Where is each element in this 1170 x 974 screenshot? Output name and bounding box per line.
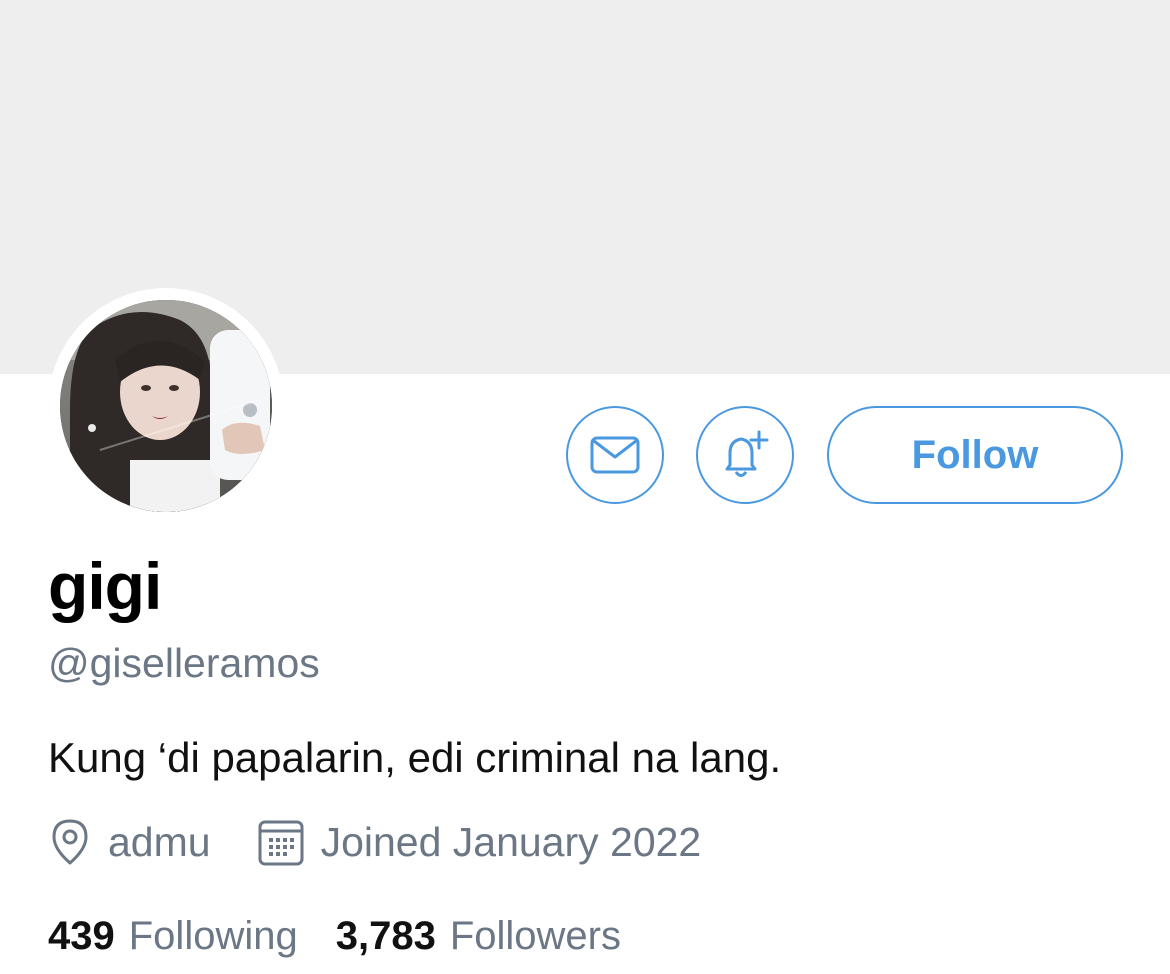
envelope-icon: [590, 436, 640, 474]
joined-text: Joined January 2022: [320, 818, 702, 865]
followers-link[interactable]: 3,783 Followers: [336, 914, 621, 959]
following-count: 439: [48, 913, 115, 958]
message-button[interactable]: [566, 406, 664, 504]
followers-label: Followers: [449, 913, 621, 958]
location-pin-icon: [48, 817, 92, 867]
follow-button[interactable]: Follow: [827, 406, 1123, 504]
location-item: admu: [48, 817, 211, 867]
bell-plus-icon: [725, 430, 769, 477]
following-link[interactable]: 439 Following: [48, 914, 298, 959]
follow-stats: 439 Following 3,783 Followers: [48, 910, 621, 962]
avatar[interactable]: [60, 300, 272, 512]
notifications-button[interactable]: [696, 406, 794, 504]
location-text: admu: [108, 818, 211, 865]
avatar-photo: [60, 300, 272, 512]
user-handle: @giselleramos: [48, 640, 320, 686]
display-name: gigi: [48, 549, 162, 623]
profile-bio: Kung ‘di papalarin, edi criminal na lang…: [48, 734, 782, 781]
followers-count: 3,783: [335, 913, 436, 958]
profile-page: Follow gigi @giselleramos Kung ‘di papal…: [0, 0, 1170, 974]
joined-item: Joined January 2022: [257, 817, 702, 867]
profile-meta: admu Joined January 2022: [48, 814, 701, 870]
calendar-icon: [257, 817, 305, 867]
following-label: Following: [128, 913, 298, 958]
